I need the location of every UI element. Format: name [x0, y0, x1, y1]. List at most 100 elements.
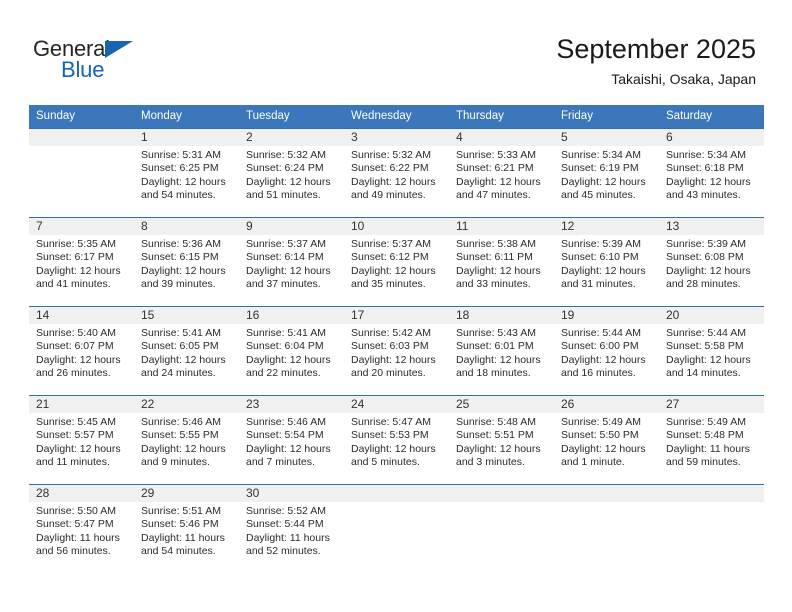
daylight-duration-line1: Daylight: 12 hours [456, 353, 541, 366]
calendar-day-cell[interactable]: 9 Sunrise: 5:37 AM Sunset: 6:14 PM Daylight… [239, 217, 344, 307]
sunrise-time: Sunrise: 5:51 AM [141, 505, 221, 517]
calendar-day-cell[interactable]: 23 Sunrise: 5:46 AM Sunset: 5:54 PM Dayligh… [239, 395, 344, 485]
calendar-week-row: 1 Sunrise: 5:31 AM Sunset: 6:25 PM Daylight… [29, 128, 764, 218]
daylight-duration-line1: Daylight: 11 hours [666, 442, 750, 455]
calendar-day-cell[interactable]: 29 Sunrise: 5:51 AM Sunset: 5:46 PM Dayligh… [134, 484, 239, 573]
daylight-duration-line1: Daylight: 12 hours [666, 264, 751, 277]
calendar-day-cell[interactable]: 4 Sunrise: 5:33 AM Sunset: 6:21 PM Daylight… [449, 128, 554, 218]
sunrise-time: Sunrise: 5:43 AM [456, 327, 536, 339]
daylight-duration-line2: and 24 minutes. [141, 367, 216, 380]
calendar-day-cell[interactable]: 21 Sunrise: 5:45 AM Sunset: 5:57 PM Dayligh… [29, 395, 134, 485]
daylight-duration-line2: and 56 minutes. [36, 545, 111, 558]
day-sun-info: Sunrise: 5:49 AM Sunset: 5:50 PM Daylight:… [554, 413, 659, 470]
daylight-duration-line1: Daylight: 11 hours [36, 531, 120, 544]
day-number: 29 [134, 485, 239, 502]
daylight-duration-line1: Daylight: 12 hours [36, 353, 121, 366]
daylight-duration-line2: and 35 minutes. [351, 278, 426, 291]
day-sun-info: Sunrise: 5:42 AM Sunset: 6:03 PM Daylight:… [344, 324, 449, 381]
calendar-day-cell[interactable]: 1 Sunrise: 5:31 AM Sunset: 6:25 PM Daylight… [134, 128, 239, 218]
weekday-header-friday: Friday [554, 105, 659, 129]
daylight-duration-line2: and 7 minutes. [246, 456, 315, 469]
day-number [659, 485, 764, 502]
daylight-duration-line2: and 22 minutes. [246, 367, 321, 380]
daylight-duration-line1: Daylight: 12 hours [246, 353, 331, 366]
calendar-day-cell[interactable]: 11 Sunrise: 5:38 AM Sunset: 6:11 PM Dayligh… [449, 217, 554, 307]
daylight-duration-line1: Daylight: 12 hours [561, 353, 646, 366]
sunset-time: Sunset: 5:53 PM [351, 429, 429, 442]
calendar-day-cell[interactable]: 19 Sunrise: 5:44 AM Sunset: 6:00 PM Dayligh… [554, 306, 659, 396]
calendar-day-cell[interactable]: 24 Sunrise: 5:47 AM Sunset: 5:53 PM Dayligh… [344, 395, 449, 485]
day-number: 9 [239, 218, 344, 235]
day-sun-info: Sunrise: 5:44 AM Sunset: 5:58 PM Daylight:… [659, 324, 764, 381]
day-cell-content [554, 485, 659, 573]
calendar-day-cell[interactable]: 3 Sunrise: 5:32 AM Sunset: 6:22 PM Daylight… [344, 128, 449, 218]
day-sun-info: Sunrise: 5:34 AM Sunset: 6:19 PM Daylight:… [554, 146, 659, 203]
day-number: 1 [134, 129, 239, 146]
day-sun-info: Sunrise: 5:46 AM Sunset: 5:55 PM Daylight:… [134, 413, 239, 470]
triangle-icon [105, 41, 133, 58]
day-cell-content: 1 Sunrise: 5:31 AM Sunset: 6:25 PM Daylight… [134, 129, 239, 217]
day-number: 10 [344, 218, 449, 235]
daylight-duration-line1: Daylight: 12 hours [246, 264, 331, 277]
day-sun-info: Sunrise: 5:51 AM Sunset: 5:46 PM Daylight:… [134, 502, 239, 559]
day-cell-content: 3 Sunrise: 5:32 AM Sunset: 6:22 PM Daylight… [344, 129, 449, 217]
calendar-day-cell[interactable]: 7 Sunrise: 5:35 AM Sunset: 6:17 PM Daylight… [29, 217, 134, 307]
day-sun-info: Sunrise: 5:45 AM Sunset: 5:57 PM Daylight:… [29, 413, 134, 470]
calendar-day-cell[interactable]: 12 Sunrise: 5:39 AM Sunset: 6:10 PM Dayligh… [554, 217, 659, 307]
calendar-day-cell[interactable]: 15 Sunrise: 5:41 AM Sunset: 6:05 PM Dayligh… [134, 306, 239, 396]
calendar-day-cell[interactable]: 26 Sunrise: 5:49 AM Sunset: 5:50 PM Dayligh… [554, 395, 659, 485]
calendar-day-cell[interactable]: 5 Sunrise: 5:34 AM Sunset: 6:19 PM Daylight… [554, 128, 659, 218]
daylight-duration-line1: Daylight: 12 hours [561, 264, 646, 277]
calendar-day-cell[interactable]: 22 Sunrise: 5:46 AM Sunset: 5:55 PM Dayligh… [134, 395, 239, 485]
day-sun-info: Sunrise: 5:39 AM Sunset: 6:08 PM Daylight:… [659, 235, 764, 292]
sunrise-time: Sunrise: 5:36 AM [141, 238, 221, 250]
sunset-time: Sunset: 6:18 PM [666, 162, 744, 175]
sunset-time: Sunset: 6:07 PM [36, 340, 114, 353]
calendar-day-cell[interactable]: 2 Sunrise: 5:32 AM Sunset: 6:24 PM Daylight… [239, 128, 344, 218]
calendar-day-cell[interactable]: 10 Sunrise: 5:37 AM Sunset: 6:12 PM Dayligh… [344, 217, 449, 307]
daylight-duration-line1: Daylight: 12 hours [666, 175, 751, 188]
day-number: 12 [554, 218, 659, 235]
calendar-day-cell [659, 484, 764, 573]
calendar-day-cell[interactable]: 20 Sunrise: 5:44 AM Sunset: 5:58 PM Dayligh… [659, 306, 764, 396]
sunset-time: Sunset: 5:51 PM [456, 429, 534, 442]
calendar-day-cell[interactable]: 27 Sunrise: 5:49 AM Sunset: 5:48 PM Dayligh… [659, 395, 764, 485]
day-cell-content: 30 Sunrise: 5:52 AM Sunset: 5:44 PM Dayligh… [239, 485, 344, 573]
sunset-time: Sunset: 6:25 PM [141, 162, 219, 175]
day-sun-info: Sunrise: 5:46 AM Sunset: 5:54 PM Daylight:… [239, 413, 344, 470]
daylight-duration-line2: and 14 minutes. [666, 367, 741, 380]
day-cell-content: 12 Sunrise: 5:39 AM Sunset: 6:10 PM Dayligh… [554, 218, 659, 306]
calendar-day-cell[interactable]: 16 Sunrise: 5:41 AM Sunset: 6:04 PM Dayligh… [239, 306, 344, 396]
calendar-day-cell[interactable]: 6 Sunrise: 5:34 AM Sunset: 6:18 PM Daylight… [659, 128, 764, 218]
day-sun-info: Sunrise: 5:31 AM Sunset: 6:25 PM Daylight:… [134, 146, 239, 203]
weekday-header-monday: Monday [134, 105, 239, 129]
sunset-time: Sunset: 6:05 PM [141, 340, 219, 353]
sunset-time: Sunset: 5:57 PM [36, 429, 114, 442]
calendar-day-cell[interactable]: 13 Sunrise: 5:39 AM Sunset: 6:08 PM Dayligh… [659, 217, 764, 307]
sunset-time: Sunset: 5:46 PM [141, 518, 219, 531]
general-blue-logo[interactable]: General Blue [33, 38, 153, 84]
calendar-day-cell[interactable]: 28 Sunrise: 5:50 AM Sunset: 5:47 PM Dayligh… [29, 484, 134, 573]
calendar-day-cell[interactable]: 8 Sunrise: 5:36 AM Sunset: 6:15 PM Daylight… [134, 217, 239, 307]
sunrise-time: Sunrise: 5:44 AM [561, 327, 641, 339]
calendar-day-cell[interactable]: 18 Sunrise: 5:43 AM Sunset: 6:01 PM Dayligh… [449, 306, 554, 396]
day-number: 26 [554, 396, 659, 413]
day-sun-info: Sunrise: 5:40 AM Sunset: 6:07 PM Daylight:… [29, 324, 134, 381]
sunset-time: Sunset: 5:47 PM [36, 518, 114, 531]
day-number [29, 129, 134, 146]
sunset-time: Sunset: 5:55 PM [141, 429, 219, 442]
calendar-day-cell[interactable]: 30 Sunrise: 5:52 AM Sunset: 5:44 PM Dayligh… [239, 484, 344, 573]
calendar-day-cell[interactable]: 17 Sunrise: 5:42 AM Sunset: 6:03 PM Dayligh… [344, 306, 449, 396]
sunrise-time: Sunrise: 5:39 AM [561, 238, 641, 250]
sunrise-time: Sunrise: 5:32 AM [351, 149, 431, 161]
sunset-time: Sunset: 6:14 PM [246, 251, 324, 264]
calendar-day-cell[interactable]: 25 Sunrise: 5:48 AM Sunset: 5:51 PM Dayligh… [449, 395, 554, 485]
sunrise-time: Sunrise: 5:49 AM [666, 416, 746, 428]
calendar-day-cell[interactable]: 14 Sunrise: 5:40 AM Sunset: 6:07 PM Dayligh… [29, 306, 134, 396]
sunrise-time: Sunrise: 5:46 AM [246, 416, 326, 428]
daylight-duration-line1: Daylight: 12 hours [351, 264, 436, 277]
daylight-duration-line2: and 33 minutes. [456, 278, 531, 291]
day-cell-content: 4 Sunrise: 5:33 AM Sunset: 6:21 PM Daylight… [449, 129, 554, 217]
day-cell-content: 28 Sunrise: 5:50 AM Sunset: 5:47 PM Dayligh… [29, 485, 134, 573]
day-number: 5 [554, 129, 659, 146]
